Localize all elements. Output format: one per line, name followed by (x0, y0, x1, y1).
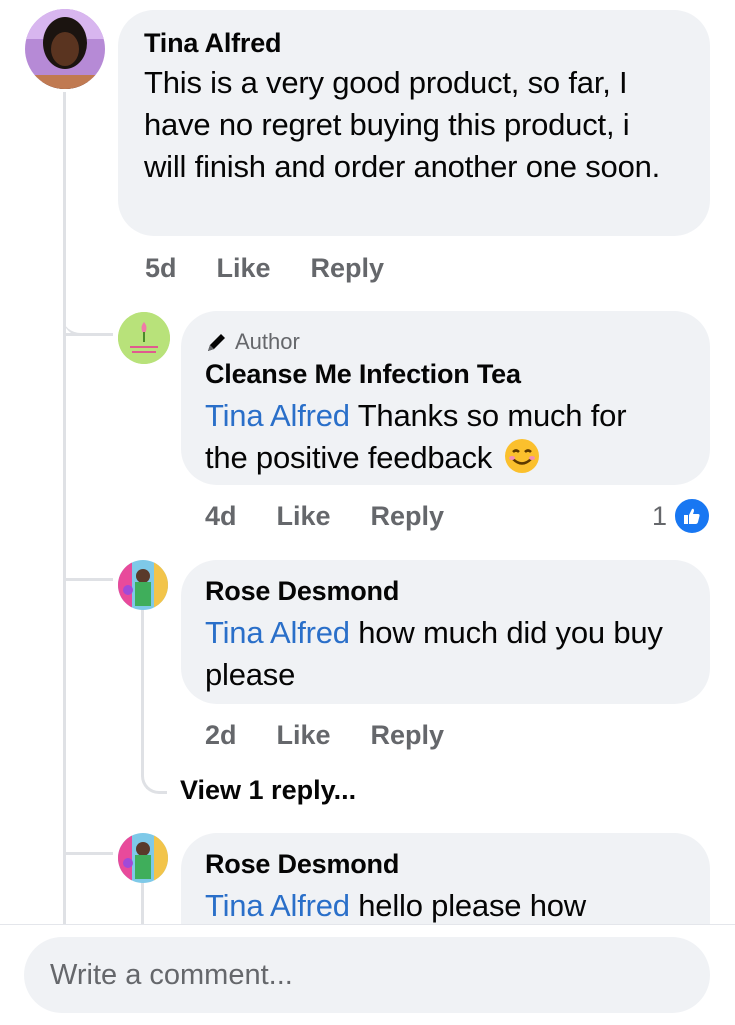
avatar[interactable] (25, 9, 105, 89)
comment-author[interactable]: Tina Alfred (144, 26, 684, 60)
comment-text: Tina Alfred hello please how (205, 885, 675, 927)
comment-text: This is a very good product, so far, I h… (144, 65, 661, 184)
author-badge-label: Author (235, 329, 300, 354)
user-photo-icon (118, 560, 168, 610)
like-reaction-icon (673, 497, 712, 535)
thread-branch (63, 333, 113, 336)
reply-button[interactable]: Reply (371, 720, 445, 751)
page-avatar[interactable] (118, 312, 170, 364)
comment-timestamp[interactable]: 5d (145, 253, 177, 284)
comment-timestamp[interactable]: 2d (205, 720, 237, 751)
like-button[interactable]: Like (217, 253, 271, 284)
tea-logo-icon (118, 312, 170, 364)
comment-composer (0, 924, 735, 1025)
mention-link[interactable]: Tina Alfred (205, 888, 350, 923)
comment-text: Tina Alfred how much did you buy please (205, 612, 675, 696)
user-photo-icon (118, 833, 168, 883)
thread-connector (63, 290, 113, 336)
comment-bubble: Rose Desmond Tina Alfred how much did yo… (181, 560, 710, 704)
reply-button[interactable]: Reply (371, 501, 445, 532)
thread-branch (63, 852, 113, 855)
like-button[interactable]: Like (277, 720, 331, 751)
comment-text: Tina Alfred Thanks so much for the posit… (205, 395, 675, 479)
comment-body: hello please how (349, 888, 586, 923)
comment-bubble: Tina Alfred This is a very good product,… (118, 10, 710, 236)
avatar[interactable] (118, 560, 168, 610)
thumbs-up-icon (684, 508, 700, 524)
avatar[interactable] (118, 833, 168, 883)
mention-link[interactable]: Tina Alfred (205, 615, 350, 650)
comment-timestamp[interactable]: 4d (205, 501, 237, 532)
comment-actions: 2d Like Reply (205, 720, 484, 751)
author-badge: Author (205, 327, 686, 357)
comment-actions: 4d Like Reply (205, 501, 484, 532)
thread-line-reply (141, 880, 144, 924)
comment-bubble: Author Cleanse Me Infection Tea Tina Alf… (181, 311, 710, 485)
reaction-count[interactable]: 1 (652, 497, 712, 535)
comment-input[interactable] (24, 937, 710, 1013)
like-button[interactable]: Like (277, 501, 331, 532)
thread-connector-reply (141, 608, 167, 794)
comment-author[interactable]: Cleanse Me Infection Tea (205, 357, 686, 391)
thread-line-main (63, 92, 66, 924)
pencil-icon (208, 334, 225, 351)
user-photo-icon (25, 9, 105, 89)
comment-actions: 5d Like Reply (145, 253, 424, 284)
thread-branch (63, 578, 113, 581)
comment-author[interactable]: Rose Desmond (205, 847, 686, 881)
view-replies-link[interactable]: View 1 reply... (180, 775, 356, 806)
smiling-emoji-icon (505, 439, 540, 473)
reply-button[interactable]: Reply (311, 253, 385, 284)
comment-author[interactable]: Rose Desmond (205, 574, 686, 608)
reaction-count-value: 1 (652, 500, 668, 531)
mention-link[interactable]: Tina Alfred (205, 398, 350, 433)
